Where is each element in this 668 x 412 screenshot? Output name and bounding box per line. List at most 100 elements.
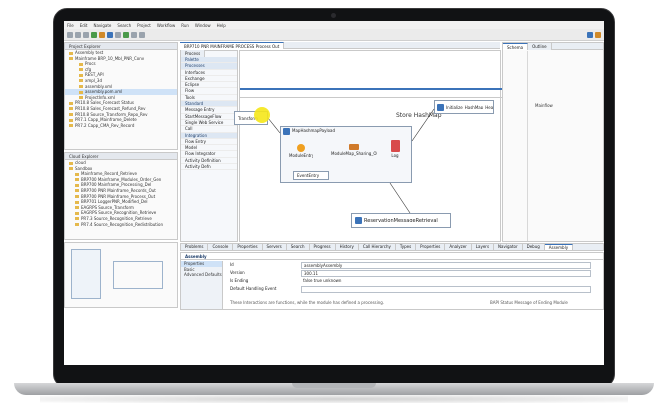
cloud-tree-item-label: Mainframe_Record_Retrieve (81, 171, 137, 177)
properties-side: Properties Basic Advanced Defaults (181, 261, 223, 309)
menu-item-help[interactable]: Help (217, 23, 226, 28)
outline-thumbnail (71, 249, 101, 299)
cloud-tree-item-label: EAGRPS Source_Transform (81, 204, 134, 210)
folder-icon (69, 101, 73, 105)
cloud-explorer-title: Cloud Explorer (65, 153, 177, 160)
run-icon[interactable] (91, 31, 97, 38)
menu-item-navigate[interactable]: Navigate (93, 23, 111, 28)
cloud-tree-item-label: EAGRPS Source_Recognition_Retrieve (81, 210, 157, 216)
bottom-tab[interactable]: Navigator (494, 244, 523, 250)
folder-icon (79, 90, 83, 94)
schema-tab[interactable]: Schema (503, 43, 529, 50)
properties-row: Default Handling Event (227, 285, 601, 293)
outline-panel (64, 242, 178, 308)
bottom-tab[interactable]: Console (208, 244, 234, 250)
outline-frame (113, 261, 163, 289)
back-icon[interactable] (131, 31, 137, 38)
bottom-tab[interactable]: Problems (181, 244, 209, 250)
folder-icon (69, 124, 73, 128)
bottom-tab[interactable]: Call Hierarchy (358, 244, 396, 250)
bottom-tab[interactable]: Analyzer (445, 244, 472, 250)
folder-icon (69, 167, 73, 171)
menu-item-file[interactable]: File (67, 23, 74, 28)
search-icon[interactable] (115, 31, 121, 38)
cloud-tree-item-label: PR7.4 Source_Recognition_Redistribution (81, 221, 163, 227)
properties-row-label: Default Handling Event (230, 286, 277, 291)
properties-row-field[interactable]: false true unknown (301, 278, 421, 285)
cloud-tree-item-label: BRP700 Mainframe_Processing_Del (81, 182, 152, 188)
project-tree-item-label: assembly.xml (85, 83, 113, 89)
cloud-tree-item[interactable]: PR7.4 Source_Recognition_Redistribution (65, 222, 177, 228)
menu-item-edit[interactable]: Edit (80, 23, 88, 28)
bottom-tab[interactable]: Layers (471, 244, 495, 250)
save-icon[interactable] (75, 31, 81, 38)
connector-bottom (389, 182, 411, 214)
folder-icon (69, 161, 73, 165)
editor-tabs: BRP710 PNR MAINFRAME PROCESS Process Out (180, 42, 500, 49)
properties-row-label: Version (230, 270, 245, 275)
folder-icon (69, 113, 73, 117)
project-tree-item-label: PR7.1 Capp_Mainframe_Delete (75, 117, 137, 123)
bottom-tab[interactable]: Properties (416, 244, 446, 250)
cursor-highlight (254, 107, 270, 123)
right-panel-divider (527, 51, 528, 241)
project-explorer: Project Explorer Assembly test Mainframe … (64, 42, 178, 150)
deploy-icon[interactable] (107, 31, 113, 38)
perspective-alt-icon[interactable] (595, 31, 601, 38)
properties-row-field[interactable]: 300.11 (301, 269, 591, 277)
bottom-tab[interactable]: Assembly (544, 244, 574, 250)
folder-icon (75, 217, 79, 221)
cloud-tree-item-label: BRP700 PNR Mainframe_Records_Out (81, 187, 156, 193)
laptop-notch (292, 383, 376, 388)
right-panel-tabs: Schema Outline (503, 43, 603, 50)
folder-icon (75, 178, 79, 182)
perspective-icon[interactable] (587, 31, 593, 38)
right-panel-item[interactable]: Mainflow (529, 103, 553, 109)
forward-icon[interactable] (139, 31, 145, 38)
cloud-explorer: Cloud Explorer cloud Sandbox Mainframe_Rec… (64, 152, 178, 240)
folder-icon (79, 96, 83, 100)
menu-bar: File Edit Navigate Search Project Workflow Run… (64, 21, 604, 29)
properties-side-item[interactable]: Advanced Defaults (181, 272, 222, 278)
bottom-tab[interactable]: Servers (262, 244, 287, 250)
folder-icon (69, 57, 73, 61)
folder-icon (75, 211, 79, 215)
build-icon[interactable] (123, 31, 129, 38)
properties-title: Assembly (181, 253, 603, 260)
bottom-tab[interactable]: Search (286, 244, 310, 250)
connector-right (411, 108, 435, 142)
properties-row: Id assemblyAssembly (227, 261, 601, 269)
outline-tab[interactable]: Outline (528, 43, 552, 50)
laptop-shadow (40, 395, 628, 403)
folder-icon (79, 73, 83, 77)
palette-tab[interactable]: Process (181, 50, 206, 57)
menu-item-project[interactable]: Project (137, 23, 151, 28)
editor-tab-process-out[interactable]: BRP710 PNR MAINFRAME PROCESS Process Out (180, 42, 285, 49)
print-icon[interactable] (83, 31, 89, 38)
toolbar (64, 29, 604, 41)
palette-item[interactable]: Activity Defn (181, 164, 237, 171)
bottom-tab[interactable]: Types (395, 244, 417, 250)
folder-icon (79, 68, 83, 72)
properties-form: Id assemblyAssembly Version 300.11 Is Ending… (227, 261, 601, 309)
project-tree-item[interactable]: PR7.2 Capp_CMA_Rev_Record (65, 123, 177, 129)
properties-row-label: Id (230, 262, 234, 267)
debug-icon[interactable] (99, 31, 105, 38)
menu-item-workflow[interactable]: Workflow (157, 23, 175, 28)
bottom-tab[interactable]: Debug (522, 244, 545, 250)
cloud-tree-item-label: cloud (75, 160, 86, 165)
cloud-tree-item-label: Sandbox (75, 165, 93, 171)
menu-item-run[interactable]: Run (181, 23, 189, 28)
project-tree-item-label: xmpl_3d (85, 77, 102, 83)
properties-row-field[interactable]: assemblyAssembly (301, 261, 591, 269)
bottom-tab[interactable]: History (335, 244, 359, 250)
bottom-tab[interactable]: Progress (309, 244, 336, 250)
cloud-tree-item-label: BRP700 Mainframe_Modules_Order_Gen (81, 176, 162, 182)
menu-item-search[interactable]: Search (117, 23, 131, 28)
menu-item-window[interactable]: Window (195, 23, 211, 28)
diagram-canvas: Store HashMap Transform MapHashmapPayloa… (234, 50, 502, 242)
bottom-tab[interactable]: Properties (233, 244, 263, 250)
project-tree-item-label: Assembly test (75, 50, 104, 55)
properties-row-field[interactable] (301, 285, 591, 293)
new-file-icon[interactable] (67, 31, 73, 38)
